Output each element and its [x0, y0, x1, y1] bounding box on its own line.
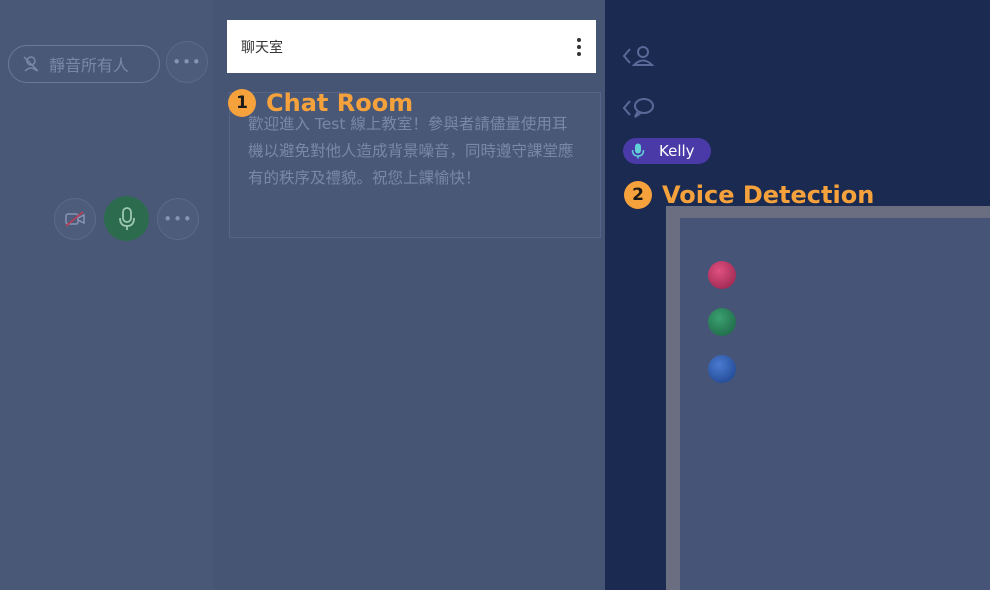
more-options-button[interactable]: ••• [166, 41, 208, 83]
voice-detection-badge: Kelly [623, 138, 711, 164]
more-icon: ••• [163, 210, 193, 228]
camera-off-icon [65, 211, 85, 227]
more-options-button[interactable]: ••• [157, 198, 199, 240]
mute-all-icon [23, 56, 39, 72]
green-marker[interactable] [708, 308, 736, 336]
mute-all-button[interactable]: 靜音所有人 [8, 45, 160, 83]
kebab-menu-icon[interactable] [576, 38, 582, 56]
more-icon: ••• [172, 53, 202, 71]
voice-detection-callout: 2 Voice Detection [624, 181, 874, 209]
mute-all-label: 靜音所有人 [49, 56, 130, 75]
callout-label: Voice Detection [662, 181, 875, 209]
classroom-sidebar: Kelly [605, 0, 990, 590]
blue-marker[interactable] [708, 355, 736, 383]
callout-number: 2 [624, 181, 652, 209]
whiteboard-canvas[interactable] [680, 218, 990, 590]
chat-title: 聊天室 [241, 39, 283, 56]
camera-toggle-button[interactable] [54, 198, 96, 240]
chat-header: 聊天室 [227, 20, 596, 73]
callout-number: 1 [228, 89, 256, 117]
callout-label: Chat Room [266, 89, 414, 117]
speaker-name: Kelly [659, 142, 695, 160]
whiteboard[interactable] [666, 206, 990, 590]
microphone-icon [631, 143, 645, 159]
chat-toggle-icon[interactable] [621, 95, 655, 121]
microphone-toggle-button[interactable] [104, 196, 149, 241]
participants-toggle-icon[interactable] [621, 43, 655, 69]
red-marker[interactable] [708, 261, 736, 289]
microphone-icon [118, 206, 135, 230]
chat-room-callout: 1 Chat Room [228, 89, 413, 117]
participants-panel: 靜音所有人 ••• ••• [0, 0, 214, 590]
